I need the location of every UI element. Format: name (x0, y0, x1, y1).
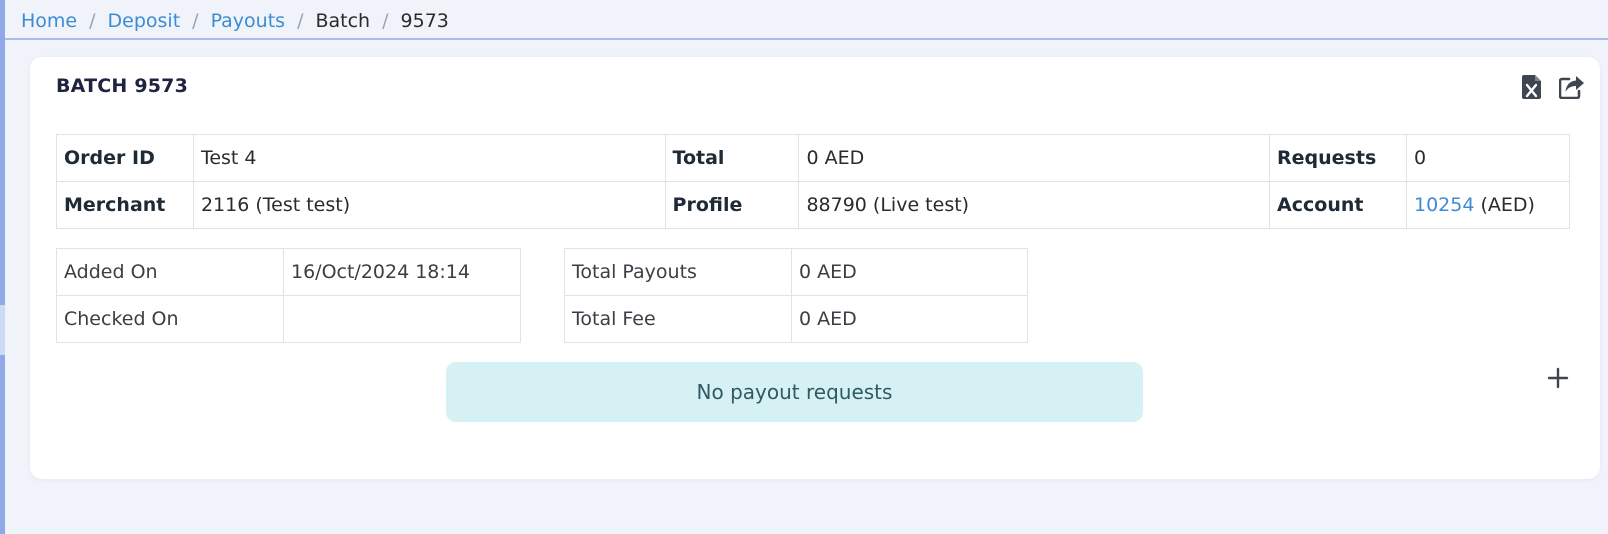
add-request-button[interactable] (1542, 362, 1574, 394)
plus-icon (1547, 367, 1569, 389)
requests-value: 0 (1405, 134, 1571, 182)
account-value: 10254 (AED) (1405, 181, 1571, 229)
account-link[interactable]: 10254 (1414, 194, 1474, 216)
account-label: Account (1269, 181, 1407, 229)
requests-label: Requests (1269, 134, 1407, 182)
total-payouts-label: Total Payouts (564, 248, 792, 296)
total-label: Total (664, 134, 800, 182)
added-on-label: Added On (56, 248, 284, 296)
breadcrumb: Home / Deposit / Payouts / Batch / 9573 (21, 8, 449, 34)
breadcrumb-separator: / (382, 10, 389, 32)
card-actions (1518, 73, 1586, 101)
breadcrumb-separator: / (297, 10, 304, 32)
left-rail (0, 0, 5, 534)
excel-export-icon[interactable] (1518, 73, 1546, 101)
total-fee-label: Total Fee (564, 295, 792, 343)
share-export-icon[interactable] (1558, 73, 1586, 101)
checked-on-value (283, 295, 521, 343)
page-title: BATCH 9573 (56, 75, 189, 97)
merchant-label: Merchant (56, 181, 194, 229)
table-row: Total Payouts 0 AED (564, 248, 1028, 296)
table-row: Added On 16/Oct/2024 18:14 (56, 248, 521, 296)
total-payouts-value: 0 AED (791, 248, 1028, 296)
order-id-label: Order ID (56, 134, 194, 182)
added-on-value: 16/Oct/2024 18:14 (283, 248, 521, 296)
top-bar: Home / Deposit / Payouts / Batch / 9573 (5, 0, 1608, 40)
rail-handle[interactable] (0, 305, 5, 355)
profile-label: Profile (664, 181, 800, 229)
table-row: Total Fee 0 AED (564, 295, 1028, 343)
breadcrumb-home[interactable]: Home (21, 8, 77, 34)
batch-info-table: Order ID Test 4 Total 0 AED Requests 0 M… (56, 134, 1571, 229)
total-fee-value: 0 AED (791, 295, 1028, 343)
breadcrumb-payouts[interactable]: Payouts (211, 8, 286, 34)
batch-card: BATCH 9573 Order ID Test 4 Total 0 AED R… (30, 57, 1600, 479)
breadcrumb-deposit[interactable]: Deposit (108, 8, 181, 34)
dates-table: Added On 16/Oct/2024 18:14 Checked On (56, 248, 521, 343)
empty-state-alert: No payout requests (446, 362, 1143, 422)
total-value: 0 AED (798, 134, 1271, 182)
table-row: Order ID Test 4 Total 0 AED Requests 0 (56, 134, 1571, 182)
profile-value: 88790 (Live test) (798, 181, 1271, 229)
table-row: Merchant 2116 (Test test) Profile 88790 … (56, 181, 1571, 229)
breadcrumb-separator: / (192, 10, 199, 32)
breadcrumb-batch: Batch (315, 10, 371, 32)
merchant-value: 2116 (Test test) (192, 181, 666, 229)
table-row: Checked On (56, 295, 521, 343)
order-id-value: Test 4 (192, 134, 666, 182)
breadcrumb-current: 9573 (400, 10, 449, 32)
totals-table: Total Payouts 0 AED Total Fee 0 AED (564, 248, 1028, 343)
checked-on-label: Checked On (56, 295, 284, 343)
breadcrumb-separator: / (89, 10, 96, 32)
account-currency: (AED) (1480, 194, 1535, 216)
